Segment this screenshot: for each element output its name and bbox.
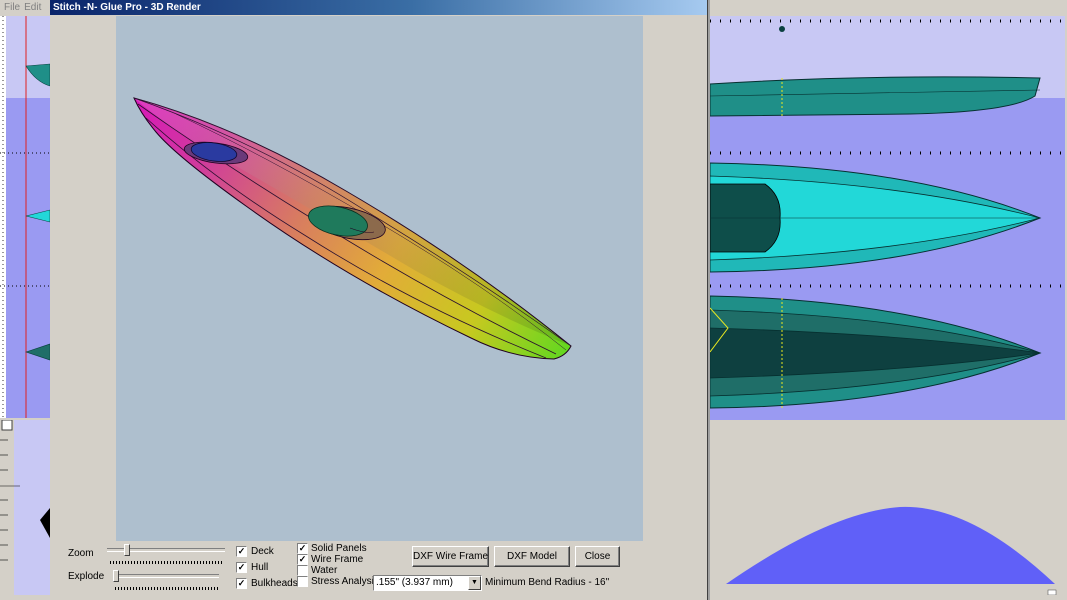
bulkheads-label: Bulkheads (251, 578, 298, 589)
dialog-title: Stitch -N- Glue Pro - 3D Render (50, 0, 707, 15)
zoom-slider-ticks (110, 561, 224, 564)
render-dialog: Stitch -N- Glue Pro - 3D Render Zoom Exp… (50, 0, 708, 600)
thickness-select-value: .155" (3.937 mm) (376, 577, 453, 588)
hull-checkbox[interactable]: ✓ (236, 562, 247, 573)
water-label: Water (311, 565, 338, 576)
stress-analysis-label: Stress Analysis (311, 576, 379, 587)
background-menubar: File Edit (0, 0, 50, 16)
solid-panels-label: Solid Panels (311, 543, 367, 554)
dxf-model-button[interactable]: DXF Model (494, 546, 570, 567)
kayak-3d-model (133, 97, 572, 360)
min-bend-radius-text: Minimum Bend Radius - 16" (485, 577, 610, 588)
wire-frame-checkbox[interactable]: ✓ (297, 554, 308, 565)
zoom-label: Zoom (68, 548, 94, 559)
deck-label: Deck (251, 546, 274, 557)
solid-panels-checkbox[interactable]: ✓ (297, 543, 308, 554)
background-lower-panel (0, 420, 50, 595)
explode-slider-track[interactable] (113, 574, 219, 578)
wire-frame-label: Wire Frame (311, 554, 364, 565)
chevron-down-icon[interactable]: ▼ (468, 576, 481, 590)
background-side-views (0, 16, 50, 418)
dxf-wire-frame-button[interactable]: DXF Wire Frame (412, 546, 489, 567)
explode-label: Explode (68, 571, 105, 582)
bulkheads-checkbox[interactable]: ✓ (236, 578, 247, 589)
water-checkbox[interactable] (297, 565, 308, 576)
zoom-slider-thumb[interactable] (123, 544, 130, 556)
render-viewport[interactable] (116, 16, 643, 541)
background-window-left: File Edit (0, 0, 50, 600)
explode-slider-ticks (115, 587, 219, 590)
thickness-select[interactable]: .155" (3.937 mm) ▼ (373, 575, 482, 591)
deck-checkbox[interactable]: ✓ (236, 546, 247, 557)
close-button[interactable]: Close (575, 546, 620, 567)
hull-label: Hull (251, 562, 269, 573)
background-curve-chart (710, 420, 1065, 595)
explode-slider-thumb[interactable] (113, 570, 119, 582)
stress-analysis-checkbox[interactable] (297, 576, 308, 587)
menu-edit[interactable]: Edit (24, 2, 41, 13)
background-window-right (708, 0, 1067, 600)
background-kayak-views (710, 16, 1065, 420)
menu-file[interactable]: File (4, 2, 20, 13)
